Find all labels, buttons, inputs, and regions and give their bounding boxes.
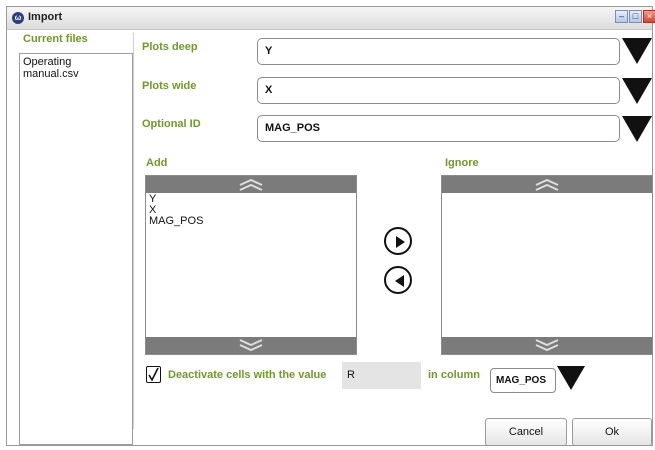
- arrow-right-circle-icon: [396, 236, 405, 248]
- current-files-label: Current files: [23, 33, 88, 45]
- add-scroll-down[interactable]: [146, 337, 356, 354]
- plots-deep-label: Plots deep: [142, 41, 198, 53]
- in-column-label: in column: [428, 369, 480, 381]
- move-to-ignore-button[interactable]: [384, 227, 412, 255]
- window-title: Import: [28, 11, 63, 23]
- list-item[interactable]: MAG_POS: [149, 216, 356, 227]
- arrow-left-circle-icon: [395, 275, 404, 287]
- add-list[interactable]: Y X MAG_POS: [145, 175, 357, 355]
- optional-id-dropdown-icon[interactable]: [622, 116, 652, 142]
- plots-wide-label: Plots wide: [142, 80, 197, 92]
- optional-id-label: Optional ID: [142, 118, 201, 130]
- maximize-button[interactable]: □: [629, 10, 642, 23]
- list-item[interactable]: Y: [149, 194, 356, 205]
- ignore-scroll-down[interactable]: [442, 337, 652, 354]
- double-chevron-up-icon: [535, 178, 559, 191]
- ok-button[interactable]: Ok: [572, 418, 652, 446]
- move-to-add-button[interactable]: [384, 266, 412, 294]
- ignore-list[interactable]: [441, 175, 653, 355]
- check-icon: [148, 367, 159, 382]
- column-dropdown-icon[interactable]: [557, 366, 585, 390]
- current-files-list[interactable]: Operating manual.csv: [19, 53, 133, 445]
- minimize-button[interactable]: –: [615, 10, 628, 23]
- cancel-button[interactable]: Cancel: [485, 418, 567, 446]
- deactivate-value-input[interactable]: R: [342, 362, 421, 389]
- double-chevron-up-icon: [239, 178, 263, 191]
- app-icon: ω: [12, 12, 24, 24]
- optional-id-input[interactable]: MAG_POS: [257, 115, 620, 142]
- add-scroll-up[interactable]: [146, 176, 356, 193]
- ignore-scroll-up[interactable]: [442, 176, 652, 193]
- double-chevron-down-icon: [535, 339, 559, 352]
- title-bar: ω Import – □ ×: [7, 7, 655, 30]
- plots-deep-dropdown-icon[interactable]: [622, 38, 652, 64]
- plots-deep-input[interactable]: Y: [257, 38, 620, 65]
- ignore-label: Ignore: [445, 157, 479, 169]
- plots-wide-input[interactable]: X: [257, 77, 620, 104]
- file-item[interactable]: Operating manual.csv: [20, 54, 132, 82]
- add-label: Add: [146, 157, 168, 169]
- plots-wide-dropdown-icon[interactable]: [622, 78, 652, 104]
- deactivate-label: Deactivate cells with the value: [168, 369, 327, 381]
- deactivate-checkbox[interactable]: [146, 366, 161, 383]
- double-chevron-down-icon: [239, 339, 263, 352]
- column-select[interactable]: MAG_POS: [490, 368, 556, 393]
- close-button[interactable]: ×: [643, 10, 655, 23]
